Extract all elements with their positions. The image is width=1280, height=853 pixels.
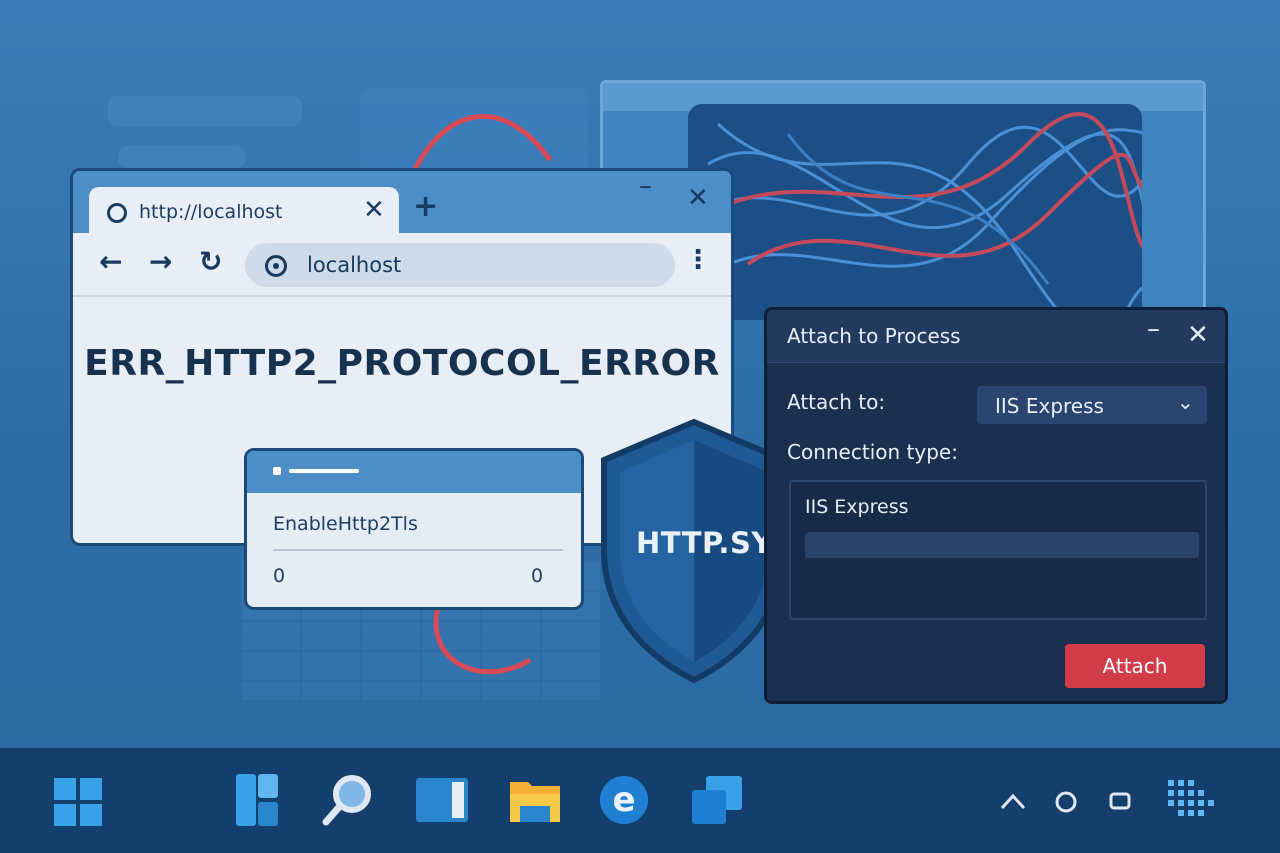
taskbar: e [0,748,1280,853]
browser-tab[interactable]: http://localhost ✕ [89,187,399,237]
reload-button[interactable]: ↻ [199,245,222,278]
widgets-icon[interactable] [236,774,278,826]
start-icon[interactable] [54,778,102,826]
search-icon[interactable] [322,774,374,826]
tangled-connections-graphic [688,104,1142,320]
card-header-line [289,469,359,473]
registry-value-right: 0 [531,565,544,587]
registry-value-card: EnableHttp2Tls 0 0 [244,448,584,610]
svg-text:e: e [612,780,635,820]
attach-to-label: Attach to: [787,390,886,414]
task-view-icon[interactable] [416,778,468,822]
file-explorer-icon[interactable] [510,776,560,822]
registry-value-name: EnableHttp2Tls [273,513,418,535]
process-list[interactable]: IIS Express [789,480,1207,620]
globe-icon [107,203,127,223]
dialog-minimize-button[interactable]: – [1147,314,1160,344]
attach-to-dropdown[interactable]: IIS Express ⌄ [977,386,1207,424]
new-tab-button[interactable]: + [413,189,438,224]
circle-icon[interactable] [1054,790,1078,814]
grid-icon[interactable] [1168,780,1214,820]
address-url: localhost [307,253,402,277]
registry-value-left: 0 [273,565,286,587]
close-window-button[interactable]: ✕ [687,183,709,213]
dialog-titlebar: Attach to Process – ✕ [767,310,1225,363]
site-info-icon[interactable] [265,255,287,277]
browser-menu-button[interactable]: ⋮ [685,245,711,275]
tab-title: http://localhost [139,201,283,223]
background-bar [108,96,302,126]
tab-close-icon[interactable]: ✕ [363,195,385,225]
dialog-title: Attach to Process [787,324,961,348]
back-button[interactable]: ← [99,245,122,278]
browser-toolbar: ← → ↻ localhost ⋮ [73,233,731,297]
square-icon[interactable] [1108,790,1134,812]
dialog-close-button[interactable]: ✕ [1187,320,1209,350]
chevron-down-icon: ⌄ [1177,390,1194,414]
attach-to-value: IIS Express [995,394,1104,418]
card-header-dot [273,467,281,475]
attach-button[interactable]: Attach [1065,644,1205,688]
edge-icon[interactable]: e [598,774,650,826]
process-list-row[interactable] [805,532,1199,558]
address-bar[interactable]: localhost [245,243,675,287]
chevron-up-icon[interactable] [1000,792,1026,810]
process-list-item[interactable]: IIS Express [805,496,909,518]
minimize-button[interactable]: – [639,171,652,201]
divider [273,549,563,551]
tab-strip: http://localhost ✕ + – ✕ [73,171,731,237]
card-header [247,451,581,493]
error-code: ERR_HTTP2_PROTOCOL_ERROR [84,343,720,384]
forward-button[interactable]: → [149,245,172,278]
store-icon[interactable] [692,776,742,824]
connection-type-label: Connection type: [787,440,958,464]
background-bar [118,146,246,168]
attach-to-process-dialog: Attach to Process – ✕ Attach to: IIS Exp… [764,307,1228,704]
tangled-lines-svg [688,112,1142,320]
